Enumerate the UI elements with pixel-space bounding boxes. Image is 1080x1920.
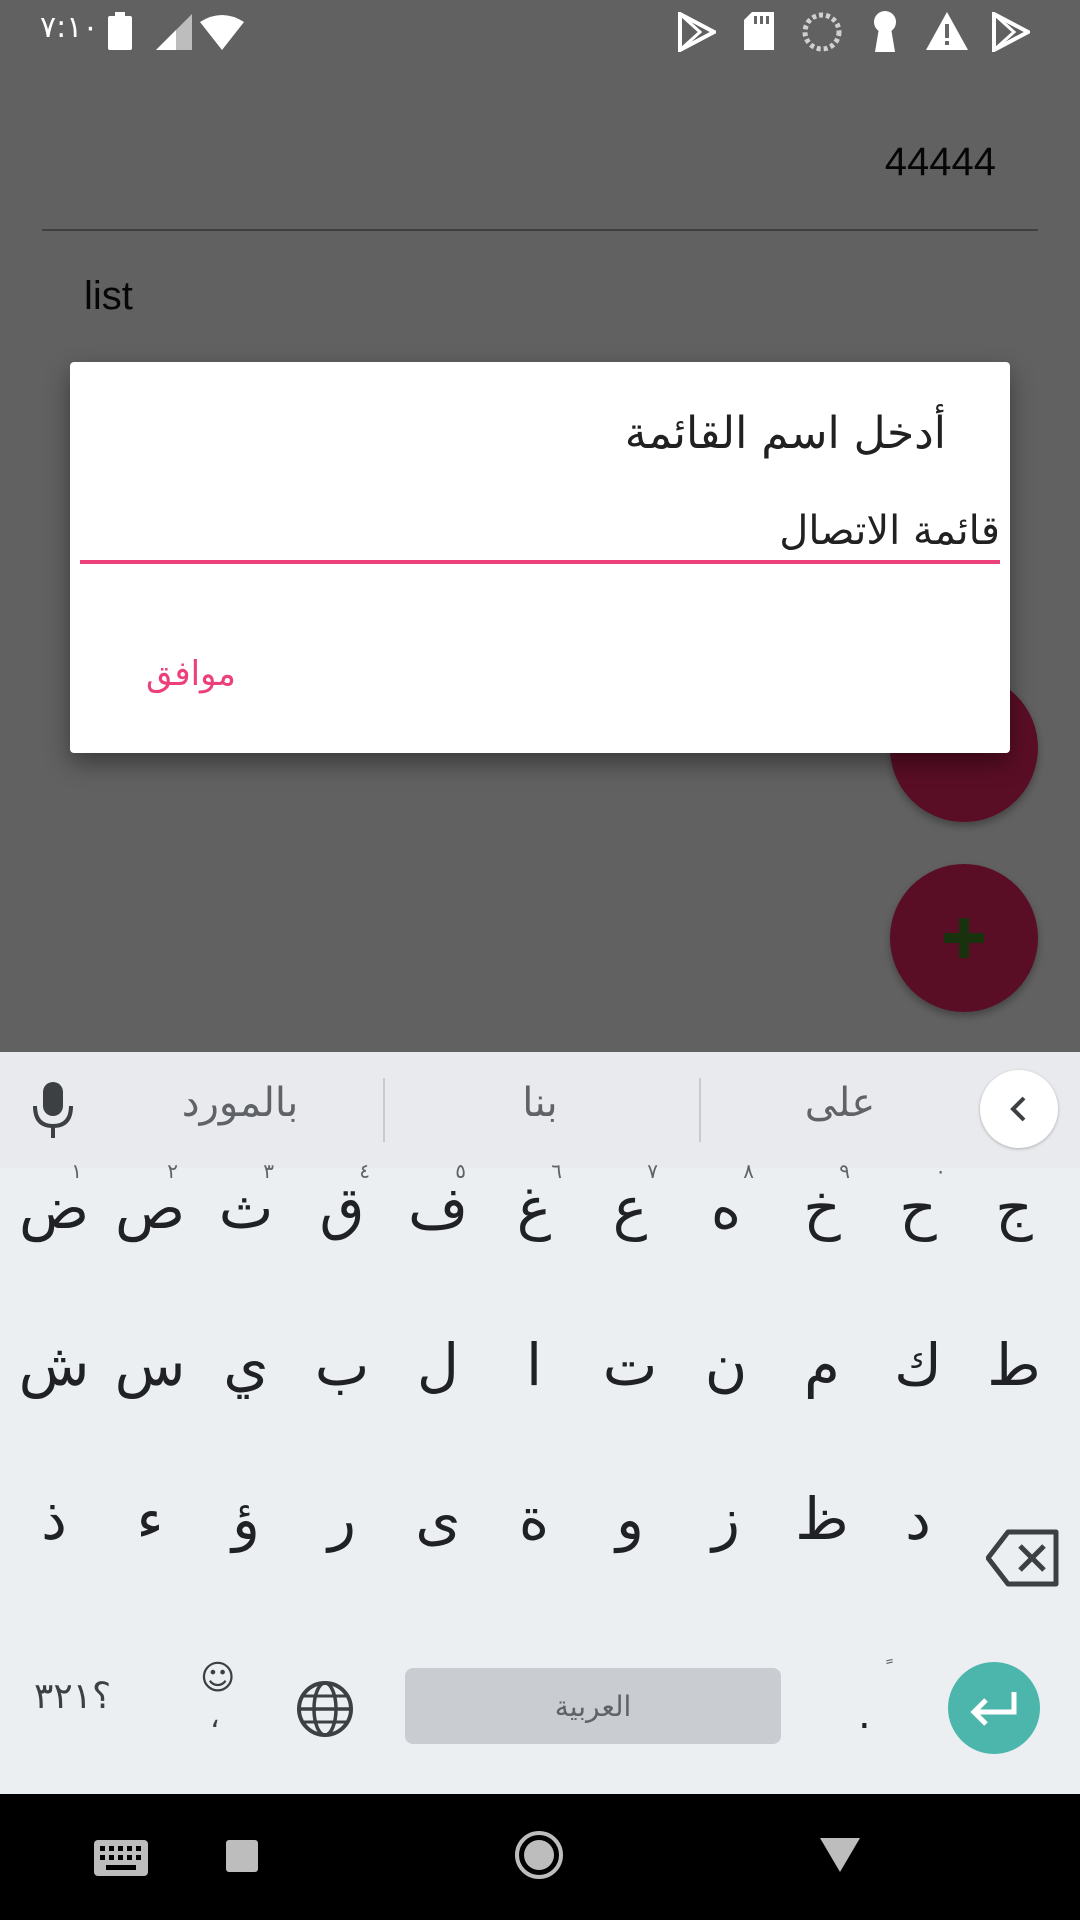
key[interactable]: ى	[390, 1454, 486, 1584]
key[interactable]: د	[870, 1454, 966, 1584]
dialog-title: أدخل اسم القائمة	[624, 408, 946, 459]
ok-button[interactable]: موافق	[130, 646, 252, 702]
warning-icon	[926, 12, 968, 50]
key[interactable]: ظ	[774, 1454, 870, 1584]
key[interactable]: ء	[102, 1454, 198, 1584]
back-icon[interactable]	[820, 1838, 860, 1874]
key[interactable]: ز	[678, 1454, 774, 1584]
emoji-key[interactable]: ☺ ،	[196, 1658, 240, 1738]
key[interactable]: ت	[582, 1300, 678, 1430]
battery-icon	[108, 12, 132, 50]
chevron-left-icon	[1010, 1096, 1026, 1122]
key[interactable]: ف٥	[390, 1143, 486, 1273]
symbols-key[interactable]: ؟٣٢١	[34, 1676, 111, 1717]
list-name-dialog: أدخل اسم القائمة موافق	[70, 362, 1010, 753]
key[interactable]: ة	[486, 1454, 582, 1584]
key[interactable]: ج	[966, 1143, 1062, 1273]
comma-label: ،	[210, 1700, 220, 1735]
key[interactable]: و	[582, 1454, 678, 1584]
enter-button[interactable]	[948, 1662, 1040, 1754]
suggestion-item[interactable]: على	[700, 1080, 980, 1126]
enter-icon	[970, 1692, 1017, 1726]
sd-card-icon	[744, 12, 774, 50]
sync-icon	[802, 12, 842, 52]
key[interactable]: ش	[6, 1300, 102, 1430]
status-bar: ٧:١٠	[0, 0, 1080, 63]
key[interactable]: ث٣	[198, 1143, 294, 1273]
collapse-suggestions-button[interactable]	[980, 1070, 1058, 1148]
screen: 44444 list ٧:١٠	[0, 0, 1080, 1920]
key[interactable]: ض١	[6, 1143, 102, 1273]
recents-icon[interactable]	[226, 1840, 258, 1872]
key[interactable]: ك	[870, 1300, 966, 1430]
key[interactable]: ل	[390, 1300, 486, 1430]
key[interactable]: ذ	[6, 1454, 102, 1584]
key[interactable]: ح٠	[870, 1143, 966, 1273]
mic-icon[interactable]	[30, 1082, 76, 1138]
key[interactable]: ع٧	[582, 1143, 678, 1273]
key[interactable]: غ٦	[486, 1143, 582, 1273]
home-icon[interactable]	[514, 1830, 564, 1880]
backspace-icon[interactable]	[986, 1528, 1060, 1588]
navigation-bar	[0, 1794, 1080, 1920]
key[interactable]: ط	[966, 1300, 1062, 1430]
suggestion-item[interactable]: بنا	[400, 1080, 680, 1126]
period-key[interactable]: ً .	[840, 1652, 890, 1742]
key[interactable]: ن	[678, 1300, 774, 1430]
key[interactable]: ص٢	[102, 1143, 198, 1273]
key[interactable]: ق٤	[294, 1143, 390, 1273]
period-label: .	[858, 1692, 871, 1738]
globe-icon[interactable]	[296, 1680, 354, 1738]
play-store-icon	[992, 12, 1030, 52]
key[interactable]: خ٩	[774, 1143, 870, 1273]
key[interactable]: م	[774, 1300, 870, 1430]
key[interactable]: ي	[198, 1300, 294, 1430]
suggestion-item[interactable]: بالمورد	[100, 1080, 380, 1126]
play-store-icon	[678, 12, 716, 52]
space-bar[interactable]: العربية	[405, 1668, 781, 1744]
status-time: ٧:١٠	[40, 10, 99, 45]
keyhole-icon	[874, 11, 896, 52]
wifi-icon	[200, 15, 244, 50]
key[interactable]: ا	[486, 1300, 582, 1430]
key[interactable]: ر	[294, 1454, 390, 1584]
signal-icon	[156, 14, 192, 50]
suggestion-divider	[383, 1078, 385, 1142]
key[interactable]: س	[102, 1300, 198, 1430]
smiley-icon: ☺	[200, 1658, 236, 1698]
key[interactable]: ه٨	[678, 1143, 774, 1273]
list-name-input[interactable]	[80, 502, 1000, 564]
key[interactable]: ب	[294, 1300, 390, 1430]
key[interactable]: ؤ	[198, 1454, 294, 1584]
keyboard-icon[interactable]	[94, 1840, 148, 1876]
